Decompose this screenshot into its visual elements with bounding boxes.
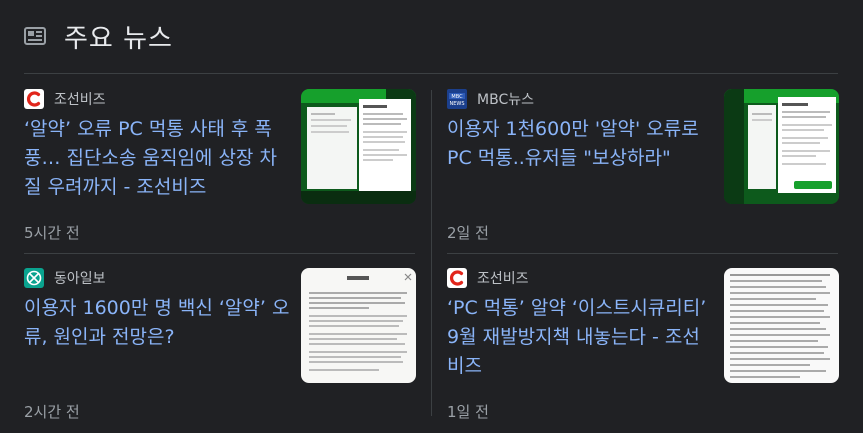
section-title: 주요 뉴스 bbox=[64, 23, 173, 54]
svg-text:NEWS: NEWS bbox=[449, 101, 464, 107]
source-row: 동아일보 bbox=[24, 268, 106, 288]
timestamp: 1일 전 bbox=[447, 403, 489, 421]
news-header: 주요 뉴스 bbox=[24, 18, 173, 54]
source-name: 동아일보 bbox=[54, 271, 106, 287]
news-card[interactable]: 조선비즈 ‘알약’ 오류 PC 먹통 사태 후 폭풍… 집단소송 움직임에 상장… bbox=[24, 89, 416, 243]
source-row: 조선비즈 bbox=[447, 268, 529, 288]
row-divider-right bbox=[447, 253, 838, 254]
news-card[interactable]: 조선비즈 ‘PC 먹통’ 알약 ‘이스트시큐리티’ 9월 재발방지책 내놓는다 … bbox=[447, 268, 839, 422]
donga-logo-icon bbox=[24, 268, 44, 288]
news-card[interactable]: 동아일보 이용자 1600만 명 백신 ‘알약’ 오류, 원인과 전망은? 2시… bbox=[24, 268, 416, 422]
row-divider-left bbox=[24, 253, 415, 254]
chosunbiz-logo-icon bbox=[447, 268, 467, 288]
news-card[interactable]: MBC NEWS MBC뉴스 이용자 1천600만 '알약' 오류로 PC 먹통… bbox=[447, 89, 839, 243]
source-name: 조선비즈 bbox=[477, 271, 529, 287]
newspaper-icon bbox=[24, 27, 46, 45]
headline-link[interactable]: 이용자 1600만 명 백신 ‘알약’ 오류, 원인과 전망은? bbox=[24, 294, 292, 352]
article-thumbnail[interactable] bbox=[724, 268, 839, 383]
headline-link[interactable]: ‘알약’ 오류 PC 먹통 사태 후 폭풍… 집단소송 움직임에 상장 차질 우… bbox=[24, 115, 292, 202]
source-name: 조선비즈 bbox=[54, 92, 106, 108]
column-divider bbox=[431, 90, 432, 416]
timestamp: 5시간 전 bbox=[24, 224, 80, 242]
timestamp: 2일 전 bbox=[447, 224, 489, 242]
chosunbiz-logo-icon bbox=[24, 89, 44, 109]
timestamp: 2시간 전 bbox=[24, 403, 80, 421]
mbc-news-logo-icon: MBC NEWS bbox=[447, 89, 467, 109]
source-row: MBC NEWS MBC뉴스 bbox=[447, 89, 534, 109]
headline-link[interactable]: ‘PC 먹통’ 알약 ‘이스트시큐리티’ 9월 재발방지책 내놓는다 - 조선비… bbox=[447, 294, 715, 381]
headline-link[interactable]: 이용자 1천600만 '알약' 오류로 PC 먹통..유저들 "보상하라" bbox=[447, 115, 715, 173]
article-thumbnail[interactable] bbox=[724, 89, 839, 204]
source-name: MBC뉴스 bbox=[477, 92, 534, 108]
top-divider bbox=[24, 73, 838, 74]
source-row: 조선비즈 bbox=[24, 89, 106, 109]
article-thumbnail[interactable] bbox=[301, 89, 416, 204]
article-thumbnail[interactable] bbox=[301, 268, 416, 383]
svg-text:MBC: MBC bbox=[451, 94, 463, 100]
